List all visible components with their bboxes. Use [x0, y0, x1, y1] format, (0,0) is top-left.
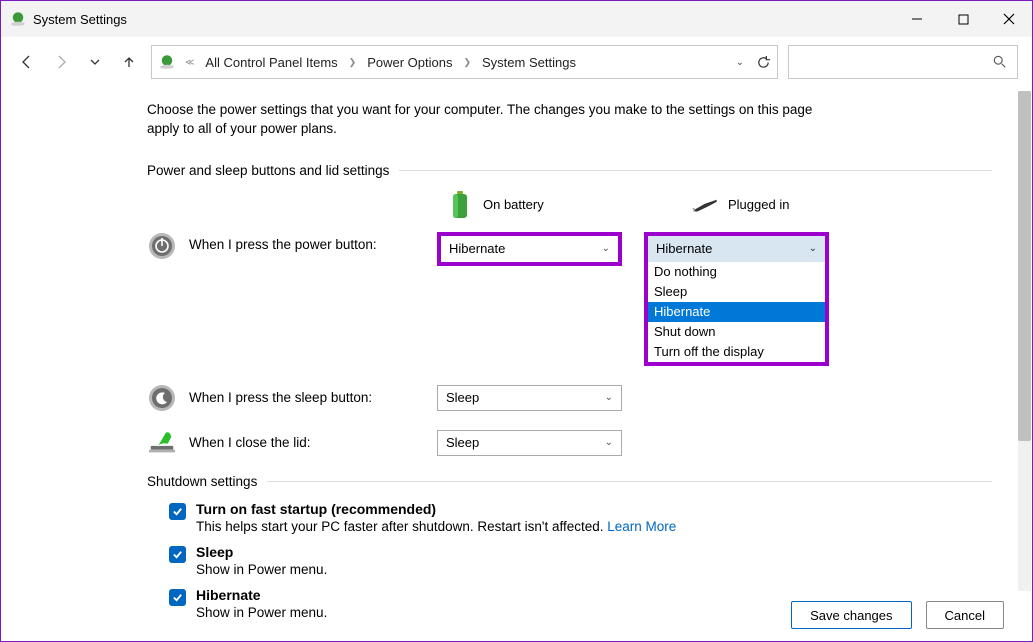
lid-battery-value: Sleep	[446, 435, 479, 450]
scrollbar[interactable]	[1018, 91, 1031, 591]
back-button[interactable]	[15, 50, 39, 74]
battery-icon	[447, 190, 473, 220]
section-shutdown-title: Shutdown settings	[147, 474, 257, 489]
power-button-plugged-select[interactable]: Hibernate ⌄ Do nothing Sleep Hibernate S…	[644, 232, 829, 366]
address-app-icon	[158, 53, 176, 71]
check-icon	[172, 506, 183, 517]
chevron-down-icon: ⌄	[605, 437, 613, 448]
hibernate-menu-checkbox[interactable]	[169, 589, 186, 606]
sleep-button-row-label: When I press the sleep button:	[189, 390, 437, 405]
recent-locations-button[interactable]	[83, 50, 107, 74]
dropdown-option-sleep[interactable]: Sleep	[648, 282, 825, 302]
sleep-menu-desc: Show in Power menu.	[196, 562, 327, 577]
cancel-button[interactable]: Cancel	[926, 601, 1004, 629]
titlebar: System Settings	[1, 1, 1032, 37]
check-icon	[172, 592, 183, 603]
forward-button[interactable]	[49, 50, 73, 74]
close-button[interactable]	[986, 1, 1032, 37]
minimize-button[interactable]	[894, 1, 940, 37]
power-button-plugged-value: Hibernate	[656, 241, 712, 256]
divider	[399, 170, 992, 171]
sleep-menu-title: Sleep	[196, 544, 327, 560]
dropdown-option-turn-off-display[interactable]: Turn off the display	[648, 342, 825, 362]
app-icon	[9, 10, 27, 28]
learn-more-link[interactable]: Learn More	[607, 519, 676, 534]
sleep-button-icon	[148, 384, 176, 412]
search-input[interactable]	[788, 45, 1018, 79]
navbar: ≪ All Control Panel Items ❯ Power Option…	[1, 37, 1032, 87]
power-button-battery-select[interactable]: Hibernate ⌄	[437, 232, 622, 266]
hibernate-menu-title: Hibernate	[196, 587, 327, 603]
divider	[267, 481, 992, 482]
address-dropdown-icon[interactable]: ⌄	[736, 57, 744, 68]
dropdown-option-hibernate[interactable]: Hibernate	[648, 302, 825, 322]
column-on-battery: On battery	[447, 190, 632, 220]
maximize-button[interactable]	[940, 1, 986, 37]
breadcrumb-item-power[interactable]: Power Options	[367, 55, 452, 70]
breadcrumb-sep-icon: ❯	[463, 57, 471, 68]
up-button[interactable]	[117, 50, 141, 74]
breadcrumb-sep-icon: ❯	[349, 57, 357, 68]
save-changes-button[interactable]: Save changes	[791, 601, 911, 629]
lid-battery-select[interactable]: Sleep ⌄	[437, 430, 622, 456]
laptop-lid-icon	[147, 430, 177, 456]
power-button-battery-value: Hibernate	[449, 241, 505, 256]
window-title: System Settings	[33, 12, 127, 27]
search-icon	[993, 55, 1007, 69]
fast-startup-desc: This helps start your PC faster after sh…	[196, 519, 676, 534]
intro-text: Choose the power settings that you want …	[147, 101, 847, 139]
overflow-chevron-icon[interactable]: ≪	[185, 57, 194, 68]
column-plugged-in-label: Plugged in	[728, 197, 789, 212]
power-button-icon	[148, 232, 176, 260]
breadcrumb-item-system[interactable]: System Settings	[482, 55, 576, 70]
chevron-down-icon: ⌄	[602, 243, 610, 254]
column-plugged-in: Plugged in	[692, 190, 877, 220]
plug-icon	[692, 190, 718, 220]
dropdown-option-shut-down[interactable]: Shut down	[648, 322, 825, 342]
scrollbar-thumb[interactable]	[1018, 91, 1031, 441]
sleep-button-battery-value: Sleep	[446, 390, 479, 405]
refresh-icon[interactable]	[756, 55, 771, 70]
hibernate-menu-desc: Show in Power menu.	[196, 605, 327, 620]
sleep-menu-checkbox[interactable]	[169, 546, 186, 563]
section-power-buttons-title: Power and sleep buttons and lid settings	[147, 163, 389, 178]
chevron-down-icon: ⌄	[605, 392, 613, 403]
fast-startup-checkbox[interactable]	[169, 503, 186, 520]
address-bar[interactable]: ≪ All Control Panel Items ❯ Power Option…	[151, 45, 778, 79]
check-icon	[172, 549, 183, 560]
sleep-button-battery-select[interactable]: Sleep ⌄	[437, 385, 622, 411]
lid-row-label: When I close the lid:	[189, 435, 437, 450]
power-button-row-label: When I press the power button:	[189, 237, 437, 252]
chevron-down-icon: ⌄	[809, 243, 817, 254]
column-on-battery-label: On battery	[483, 197, 544, 212]
dropdown-option-do-nothing[interactable]: Do nothing	[648, 262, 825, 282]
fast-startup-title: Turn on fast startup (recommended)	[196, 501, 676, 517]
breadcrumb-item-all[interactable]: All Control Panel Items	[205, 55, 337, 70]
